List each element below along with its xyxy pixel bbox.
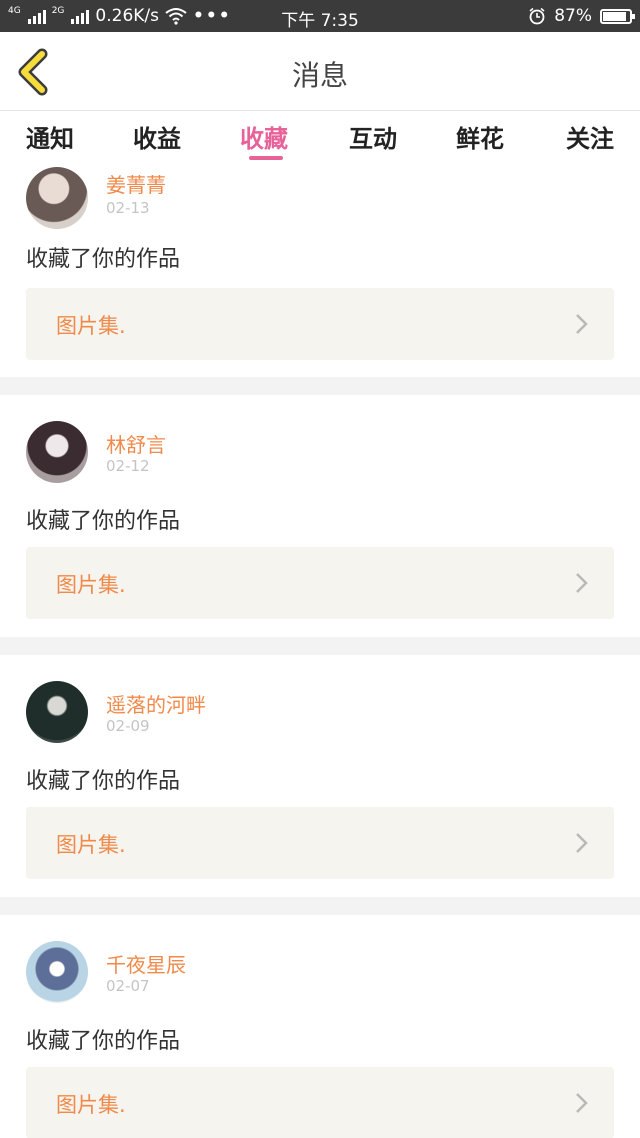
- activity-text: 收藏了你的作品: [26, 509, 181, 534]
- page-title: 消息: [291, 59, 348, 92]
- activity-text: 收藏了你的作品: [26, 247, 181, 272]
- avatar[interactable]: [26, 681, 88, 743]
- separator: [0, 897, 640, 915]
- work-link[interactable]: 图片集.: [26, 807, 614, 879]
- tab-notifications[interactable]: 通知: [26, 119, 74, 154]
- avatar[interactable]: [26, 421, 88, 483]
- list-item: 姜菁菁 02-13 收藏了你的作品 图片集.: [0, 161, 640, 373]
- battery-fill: [603, 11, 626, 21]
- work-link[interactable]: 图片集.: [26, 288, 614, 360]
- chevron-right-icon: [576, 314, 588, 334]
- active-tab-indicator: [249, 156, 283, 160]
- separator: [0, 637, 640, 655]
- work-title: 图片集.: [56, 314, 126, 338]
- message-tabs: 通知 收益 收藏 互动 鲜花 关注: [0, 111, 640, 161]
- status-right: 87%: [528, 6, 635, 26]
- timestamp: 02-09: [106, 717, 150, 735]
- battery-percent: 87%: [554, 6, 592, 26]
- activity-text: 收藏了你的作品: [26, 1029, 181, 1054]
- tab-flowers[interactable]: 鲜花: [456, 119, 504, 154]
- timestamp: 02-12: [106, 457, 150, 475]
- list-item: 林舒言 02-12 收藏了你的作品 图片集.: [0, 395, 640, 637]
- work-title: 图片集.: [56, 1093, 126, 1117]
- work-title: 图片集.: [56, 833, 126, 857]
- chevron-right-icon: [576, 1093, 588, 1113]
- app-header: 消息: [0, 32, 640, 111]
- work-title: 图片集.: [56, 573, 126, 597]
- work-link[interactable]: 图片集.: [26, 1067, 614, 1138]
- timestamp: 02-13: [106, 199, 150, 217]
- avatar[interactable]: [26, 941, 88, 1003]
- username[interactable]: 姜菁菁: [106, 169, 166, 198]
- list-item: 千夜星辰 02-07 收藏了你的作品 图片集.: [0, 915, 640, 1138]
- username[interactable]: 遥落的河畔: [106, 689, 206, 718]
- alarm-icon: [529, 7, 545, 25]
- battery-icon: [600, 8, 635, 24]
- tab-follows[interactable]: 关注: [566, 119, 614, 154]
- chevron-right-icon: [576, 573, 588, 593]
- tab-interactions[interactable]: 互动: [349, 119, 397, 154]
- status-bar: 4G 2G 0.26K/s ••• 下午 7:35 87%: [0, 0, 640, 32]
- chevron-right-icon: [576, 833, 588, 853]
- tab-earnings[interactable]: 收益: [133, 119, 181, 154]
- tab-favorites[interactable]: 收藏: [240, 119, 288, 154]
- favorites-feed: 姜菁菁 02-13 收藏了你的作品 图片集. 林舒言 02-12 收藏了你的作品…: [0, 161, 640, 1138]
- list-item: 遥落的河畔 02-09 收藏了你的作品 图片集.: [0, 655, 640, 897]
- separator: [0, 377, 640, 395]
- username[interactable]: 千夜星辰: [106, 949, 186, 978]
- activity-text: 收藏了你的作品: [26, 769, 181, 794]
- timestamp: 02-07: [106, 977, 150, 995]
- username[interactable]: 林舒言: [106, 429, 166, 458]
- work-link[interactable]: 图片集.: [26, 547, 614, 619]
- avatar[interactable]: [26, 167, 88, 229]
